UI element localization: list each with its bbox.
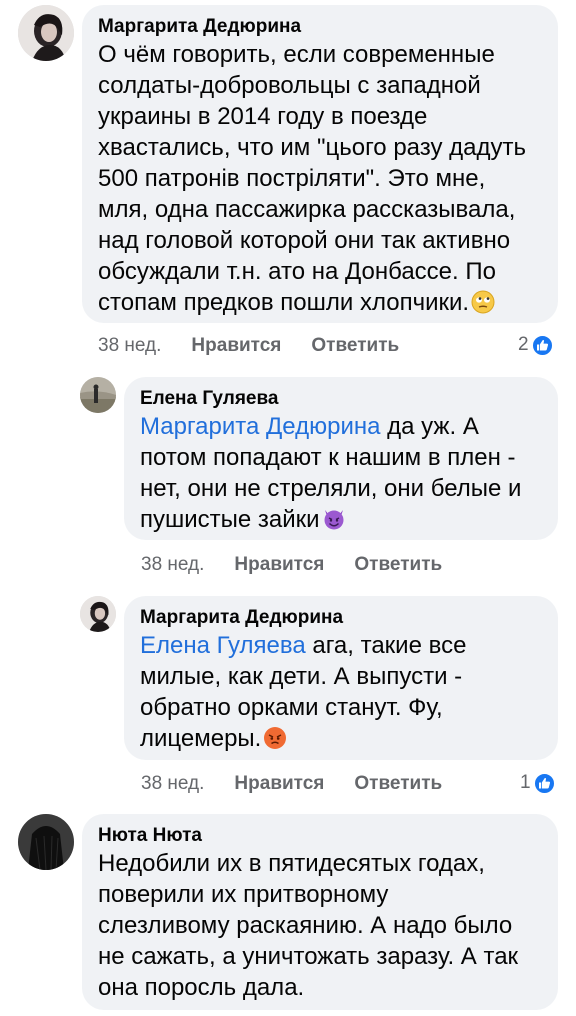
angry-emoji-icon [263, 726, 287, 750]
reaction-number: 1 [520, 772, 531, 793]
comment-bubble: Нюта Нюта Недобили их в пятидесятых года… [82, 814, 558, 1010]
comment-text: О чём говорить, если современные солдаты… [98, 39, 542, 318]
comment-actions: 38 нед. Нравится Ответить [98, 334, 429, 358]
comment-text: Елена Гуляева ага, такие все милые, как … [140, 630, 542, 754]
comment-text: Недобили их в пятидесятых годах, поверил… [98, 850, 519, 1001]
avatar-margarita[interactable] [18, 5, 74, 61]
comment-actions: 38 нед. Нравится Ответить [141, 553, 472, 577]
like-button[interactable]: Нравится [234, 554, 324, 576]
reaction-number: 2 [518, 334, 529, 355]
comment-text: Маргарита Дедюрина да уж. А потом попада… [140, 411, 542, 535]
mention-link[interactable]: Маргарита Дедюрина [140, 413, 380, 440]
avatar-photo [80, 377, 116, 413]
devil-emoji-icon [322, 507, 346, 531]
reaction-count[interactable]: 1 [520, 771, 555, 795]
comment-actions: 38 нед. Нравится Ответить [141, 772, 472, 796]
comment-time[interactable]: 38 нед. [141, 554, 204, 576]
reaction-count[interactable]: 2 [518, 333, 553, 357]
avatar-elena[interactable] [80, 377, 116, 413]
avatar-photo [80, 596, 116, 632]
comment-body-first: ага, такие все [305, 632, 467, 659]
reply-button[interactable]: Ответить [354, 554, 442, 576]
eye-roll-emoji-icon [471, 290, 495, 314]
comment-body: О чём говорить, если современные солдаты… [98, 41, 527, 316]
comment-author[interactable]: Маргарита Дедюрина [140, 606, 542, 630]
comment-author[interactable]: Нюта Нюта [98, 824, 542, 848]
comment-bubble: Маргарита Дедюрина Елена Гуляева ага, та… [124, 596, 558, 760]
comment-body-first: да уж. А [380, 413, 479, 440]
avatar-margarita[interactable] [80, 596, 116, 632]
comment-author[interactable]: Маргарита Дедюрина [98, 15, 542, 39]
avatar-photo [18, 5, 74, 61]
like-reaction-icon [533, 772, 555, 794]
avatar-photo [18, 814, 74, 870]
comment-time[interactable]: 38 нед. [98, 335, 161, 357]
comment-bubble: Елена Гуляева Маргарита Дедюрина да уж. … [124, 377, 558, 540]
reply-button[interactable]: Ответить [311, 335, 399, 357]
mention-link[interactable]: Елена Гуляева [140, 632, 306, 659]
like-reaction-icon [531, 334, 553, 356]
comment-time[interactable]: 38 нед. [141, 773, 204, 795]
like-button[interactable]: Нравится [234, 773, 324, 795]
comment-bubble: Маргарита Дедюрина О чём говорить, если … [82, 5, 558, 323]
comment-author[interactable]: Елена Гуляева [140, 387, 542, 411]
avatar-nyuta[interactable] [18, 814, 74, 870]
like-button[interactable]: Нравится [191, 335, 281, 357]
reply-button[interactable]: Ответить [354, 773, 442, 795]
comment-body: милые, как дети. А выпусти - обратно орк… [140, 663, 463, 752]
